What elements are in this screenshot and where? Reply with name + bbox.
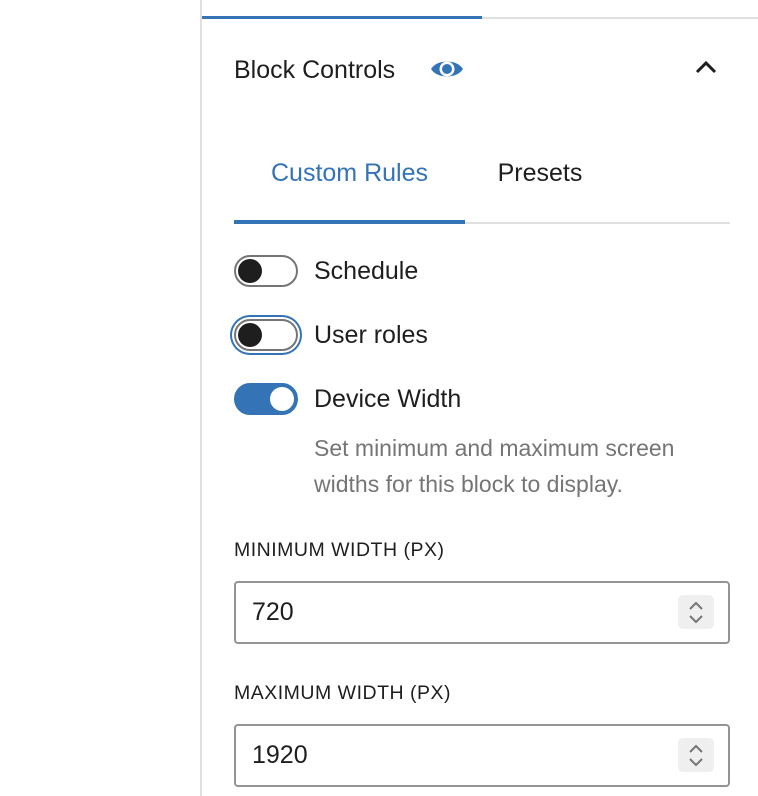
chevron-up-icon[interactable] [687,600,705,612]
max-width-label: MAXIMUM WIDTH (PX) [234,682,451,704]
max-width-input[interactable]: 1920 [234,724,730,787]
eye-icon [429,54,465,84]
tab-presets[interactable]: Presets [465,150,615,222]
chevron-up-icon[interactable] [687,743,705,755]
schedule-label: Schedule [314,257,419,285]
user-roles-toggle[interactable] [234,319,298,351]
min-width-value: 720 [252,598,294,626]
schedule-toggle[interactable] [234,255,298,287]
panel-title: Block Controls [234,56,396,84]
user-roles-rule: User roles [234,317,534,353]
min-width-stepper[interactable] [678,595,714,629]
chevron-down-icon[interactable] [687,756,705,768]
max-width-value: 1920 [252,741,308,769]
toggle-knob [238,259,262,283]
chevron-up-icon[interactable] [689,52,723,82]
sidebar-divider [200,0,202,796]
rules-tabs: Custom Rules Presets [234,150,730,224]
user-roles-label: User roles [314,321,428,349]
block-controls-header[interactable]: Block Controls [234,50,734,90]
min-width-label: MINIMUM WIDTH (PX) [234,539,445,561]
top-tab-active-indicator [202,16,482,19]
tab-custom-rules[interactable]: Custom Rules [234,150,465,222]
active-tab-underline [234,220,465,224]
device-width-toggle[interactable] [234,383,298,415]
device-width-help: Set minimum and maximum screen widths fo… [314,435,675,497]
device-width-label: Device Width [314,385,462,413]
toggle-knob [270,387,294,411]
toggle-knob [238,323,262,347]
max-width-stepper[interactable] [678,738,714,772]
min-width-input[interactable]: 720 [234,581,730,644]
device-width-rule: Device Width [234,381,554,417]
schedule-rule: Schedule [234,253,534,289]
chevron-down-icon[interactable] [687,613,705,625]
